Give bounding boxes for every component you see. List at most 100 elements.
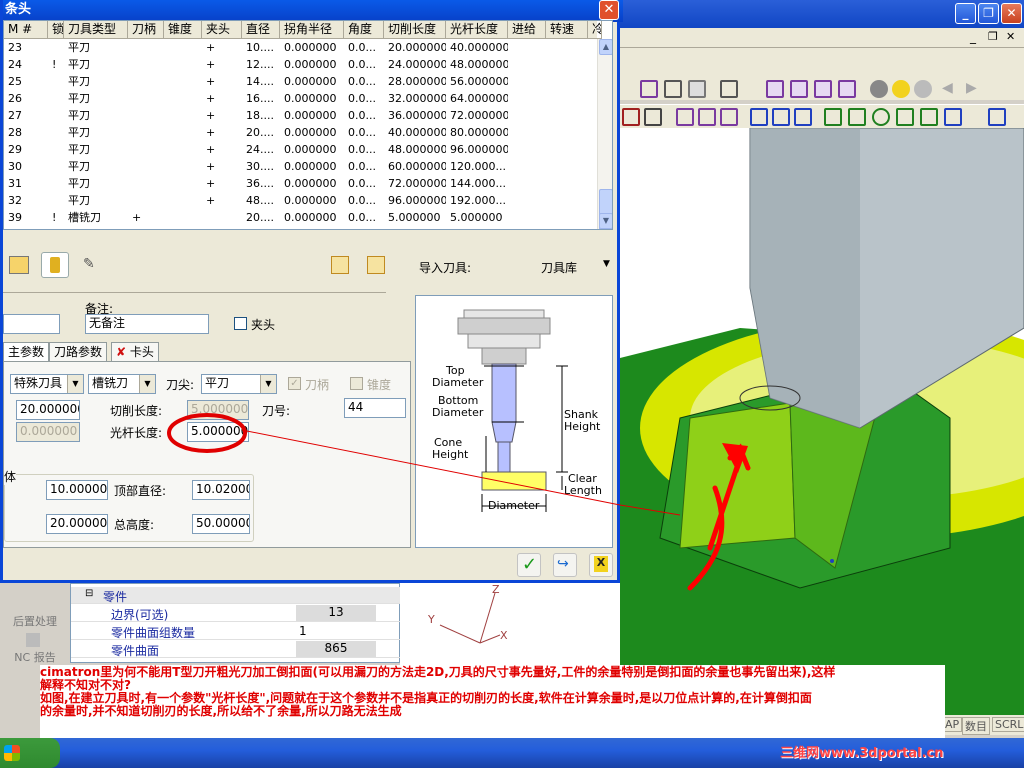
doc-close-icon[interactable]: ✕ <box>1006 30 1015 43</box>
row-value[interactable]: 865 <box>296 641 376 657</box>
import-tool-icon[interactable] <box>367 256 385 274</box>
loft-icon[interactable] <box>720 108 738 126</box>
back-arrow-icon[interactable]: ◀ <box>942 80 960 98</box>
scroll-down-icon[interactable]: ▼ <box>599 213 612 229</box>
table-row[interactable]: 31 平刀 +36.... 0.000000 0.0... 72.000000 144.00… <box>4 175 599 192</box>
spline-icon[interactable] <box>676 108 694 126</box>
transform-icon[interactable] <box>772 108 790 126</box>
diameter-field[interactable]: 20.000000 <box>16 400 80 420</box>
edit-icon[interactable] <box>838 80 856 98</box>
table-row[interactable]: 零件曲面组数量 1 <box>71 623 401 640</box>
shaded-cube-icon[interactable] <box>664 80 682 98</box>
table-row[interactable]: 39! 槽铣刀 +20.... 0.000000 0.0... 5.000000 5.000… <box>4 209 599 226</box>
taper-checkbox[interactable] <box>350 377 363 390</box>
column-header[interactable]: 光杆长度 <box>446 21 508 39</box>
sheet-icon[interactable] <box>790 80 808 98</box>
forward-arrow-icon[interactable]: ▶ <box>966 80 984 98</box>
wrench-icon[interactable]: ✎ <box>83 256 99 274</box>
plane-icon[interactable] <box>622 108 640 126</box>
cube-view-icon[interactable] <box>640 80 658 98</box>
restore-button[interactable]: ❐ <box>978 3 999 24</box>
tool-type-select[interactable]: 槽铣刀 ▼ <box>88 374 156 394</box>
ok-button[interactable]: ✓ <box>517 553 541 577</box>
column-header[interactable]: 冷 <box>588 21 602 39</box>
section-row[interactable]: ⊟ 零件 <box>71 587 401 604</box>
table-row[interactable]: 29 平刀 +24.... 0.000000 0.0... 48.000000 96.000… <box>4 141 599 158</box>
column-header[interactable]: 锥度 <box>164 21 202 39</box>
offset-icon[interactable] <box>920 108 938 126</box>
minimize-button[interactable]: _ <box>955 3 976 24</box>
table-row[interactable]: 边界(可选) 13 <box>71 605 401 622</box>
wire-cube-icon[interactable] <box>688 80 706 98</box>
table-row[interactable]: 27 平刀 +18.... 0.000000 0.0... 36.000000 72.000… <box>4 107 599 124</box>
collet-checkbox[interactable] <box>234 317 247 330</box>
trim-icon[interactable] <box>944 108 962 126</box>
doc-minimize-icon[interactable]: _ <box>970 30 976 44</box>
column-header[interactable]: 锁 <box>48 21 64 39</box>
table-row[interactable]: 25 平刀 +14.... 0.000000 0.0... 28.000000 56.000… <box>4 73 599 90</box>
post-process-item[interactable]: 后置处理 <box>6 603 64 631</box>
point-icon[interactable] <box>750 108 768 126</box>
column-header[interactable]: 进给 <box>508 21 546 39</box>
dialog-close-button[interactable]: ✕ <box>599 0 619 20</box>
bulb-dim-icon[interactable] <box>914 80 932 98</box>
view-dropdown-icon[interactable] <box>720 80 738 98</box>
column-header[interactable]: 切削长度 <box>384 21 446 39</box>
scroll-up-icon[interactable]: ▲ <box>599 39 612 55</box>
3d-viewport[interactable] <box>620 128 1024 718</box>
surface-icon[interactable] <box>644 108 662 126</box>
column-header[interactable]: 拐角半径 <box>280 21 344 39</box>
tool-gallery-icon[interactable] <box>9 256 29 274</box>
arc-icon[interactable] <box>896 108 914 126</box>
patch-icon[interactable] <box>698 108 716 126</box>
bulb-off-icon[interactable] <box>870 80 888 98</box>
total-height-field[interactable]: 50.000000 <box>192 514 250 534</box>
column-header[interactable]: 刀柄 <box>128 21 164 39</box>
doc-restore-icon[interactable]: ❐ <box>988 30 998 43</box>
table-row[interactable]: 零件曲面 865 <box>71 641 401 658</box>
table-row[interactable]: 30 平刀 +30.... 0.000000 0.0... 60.000000 120.00… <box>4 158 599 175</box>
polyline-icon[interactable] <box>848 108 866 126</box>
tool-family-select[interactable]: 特殊刀具 ▼ <box>10 374 84 394</box>
line-icon[interactable] <box>824 108 842 126</box>
table-icon[interactable] <box>814 80 832 98</box>
table-row[interactable]: 24! 平刀 +12.... 0.000000 0.0... 24.000000 48.00… <box>4 56 599 73</box>
tool-name-field[interactable] <box>3 314 60 334</box>
tab-path-params[interactable]: 刀路参数 <box>49 342 108 362</box>
tip-select[interactable]: 平刀 ▼ <box>201 374 277 394</box>
row-value[interactable]: 1 <box>299 624 307 638</box>
collapse-icon[interactable]: ⊟ <box>85 588 93 599</box>
top-diameter-field[interactable]: 10.020000 <box>192 480 250 500</box>
tool-holder-button[interactable] <box>41 252 69 278</box>
table-row[interactable]: 32 平刀 +48.... 0.000000 0.0... 96.000000 192.00… <box>4 192 599 209</box>
column-header[interactable]: 角度 <box>344 21 384 39</box>
row-value[interactable]: 13 <box>296 605 376 621</box>
column-header[interactable]: 刀具类型 <box>64 21 128 39</box>
cone-height-field[interactable]: 20.000000 <box>46 514 108 534</box>
cancel-button[interactable]: X <box>589 553 613 577</box>
nc-report-item[interactable]: NC 报告 <box>6 633 64 664</box>
move-icon[interactable] <box>794 108 812 126</box>
column-header[interactable]: 直径 <box>242 21 280 39</box>
export-tool-icon[interactable] <box>331 256 349 274</box>
close-app-button[interactable]: ✕ <box>1001 3 1022 24</box>
shank-checkbox[interactable]: ✓ <box>288 377 301 390</box>
apply-button[interactable]: ↪ <box>553 553 577 577</box>
table-row[interactable]: 26 平刀 +16.... 0.000000 0.0... 32.000000 64.000… <box>4 90 599 107</box>
remark-field[interactable]: 无备注 <box>85 314 209 334</box>
column-header[interactable]: 转速 <box>546 21 588 39</box>
table-row[interactable]: 23 平刀 +10.... 0.000000 0.0... 20.000000 40.000… <box>4 39 599 56</box>
column-header[interactable]: M # <box>4 21 48 39</box>
library-dropdown-arrow-icon[interactable]: ▼ <box>603 259 610 269</box>
axis-icon[interactable] <box>988 108 1006 126</box>
tool-number-field[interactable]: 44 <box>344 398 406 418</box>
bulb-on-icon[interactable] <box>892 80 910 98</box>
table-scrollbar[interactable]: ▲ ▼ <box>597 39 612 229</box>
circle-icon[interactable] <box>872 108 890 126</box>
start-button[interactable] <box>0 738 60 768</box>
tab-main-params[interactable]: 主参数 <box>3 342 50 362</box>
table-row[interactable]: 28 平刀 +20.... 0.000000 0.0... 40.000000 80.000… <box>4 124 599 141</box>
column-header[interactable]: 夹头 <box>202 21 242 39</box>
tool-library-dropdown[interactable]: 刀具库 <box>541 259 577 276</box>
bottom-diameter-field[interactable]: 10.000000 <box>46 480 108 500</box>
